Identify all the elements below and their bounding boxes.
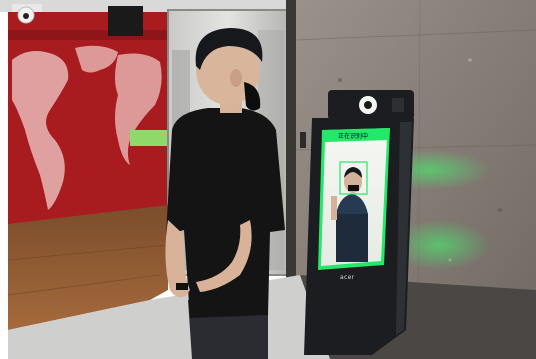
photo-scene: 正在识别中 acer: [0, 0, 536, 359]
brand-logo: acer: [340, 274, 355, 281]
screen-title: 正在识别中: [338, 132, 368, 140]
red-world-map-wall: [8, 12, 170, 224]
face-recognition-kiosk: 正在识别中 acer: [304, 90, 414, 355]
scene-illustration: 正在识别中 acer: [0, 0, 536, 359]
door-frame: [286, 0, 296, 290]
wall-speaker: [108, 6, 143, 36]
kiosk-screen: 正在识别中: [318, 128, 390, 270]
